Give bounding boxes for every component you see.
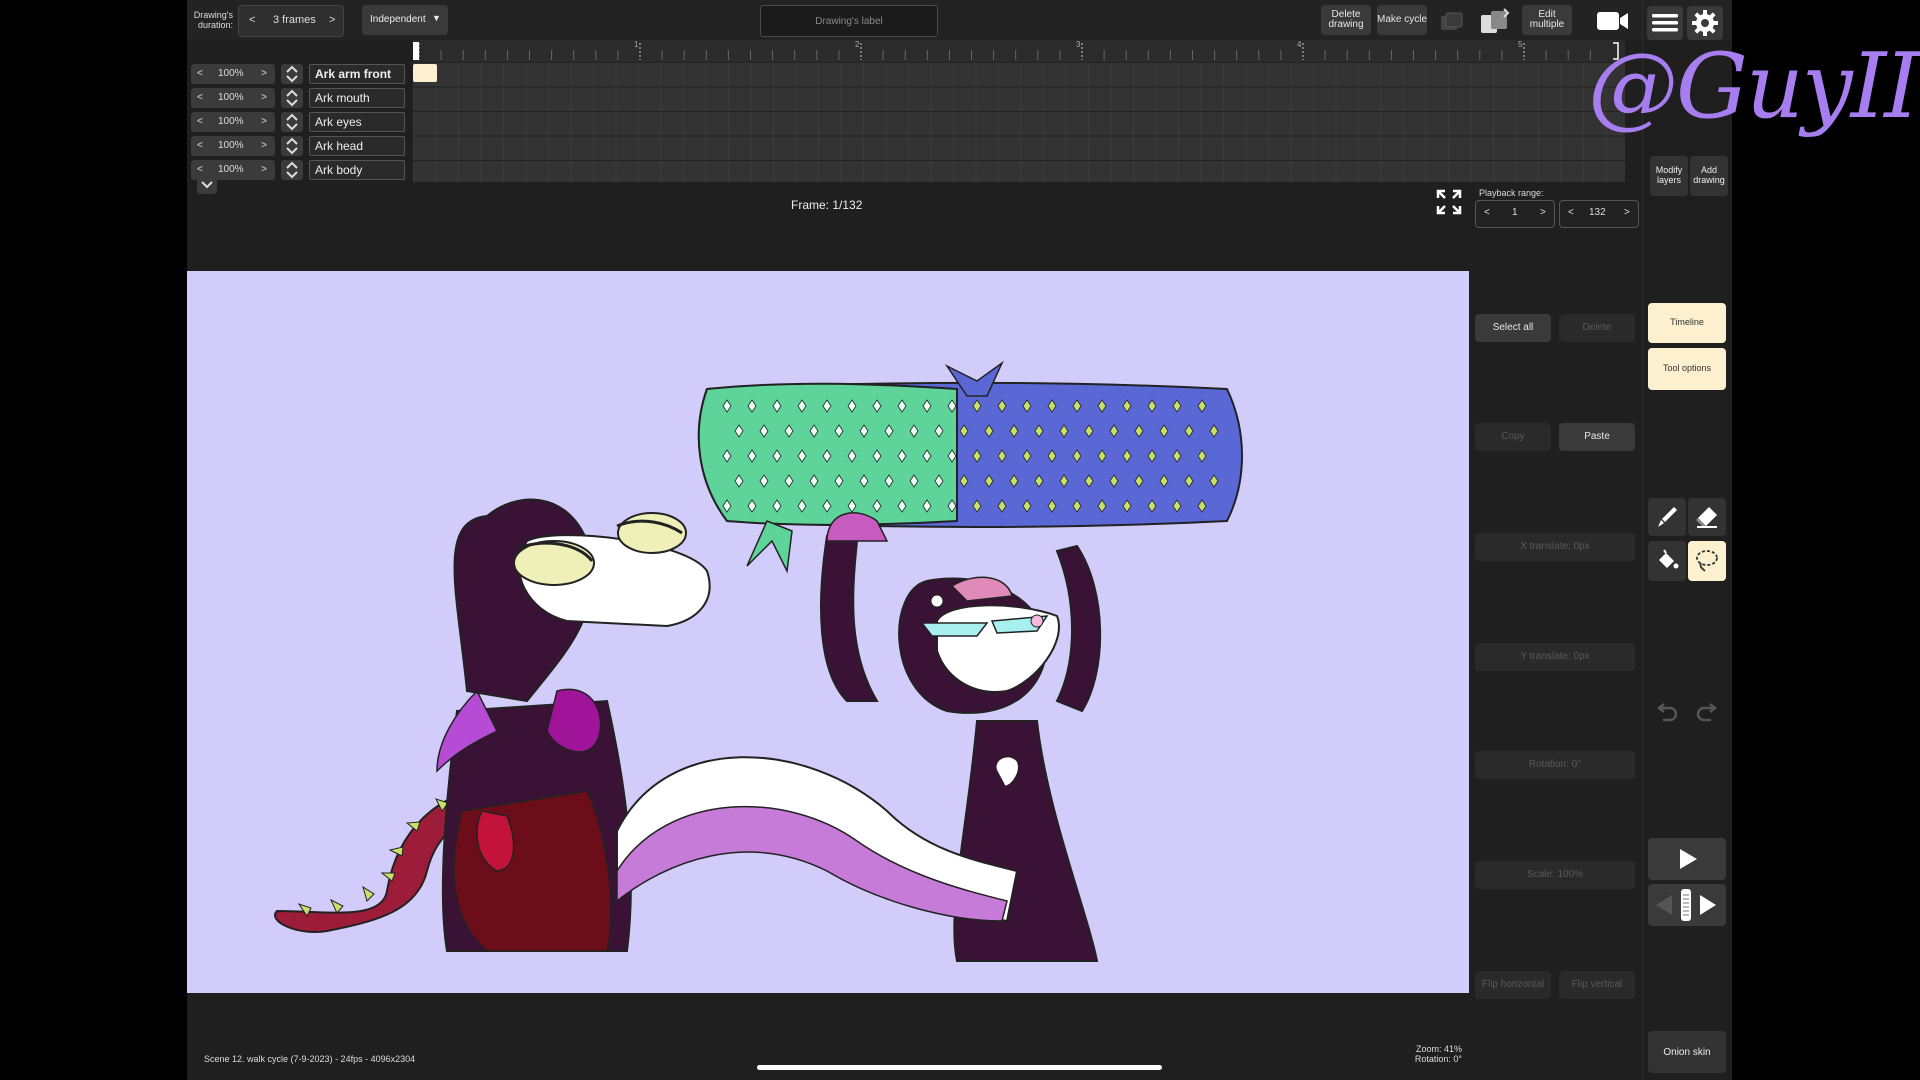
playback-start-stepper[interactable]: < 1 >	[1475, 200, 1555, 228]
tool-options-button[interactable]: Tool options	[1648, 348, 1726, 390]
rotation-readout: Rotation: 0°	[1414, 1054, 1462, 1064]
camera-icon[interactable]	[1593, 8, 1633, 34]
opacity-prev-button[interactable]: <	[197, 140, 203, 151]
top-toolbar: Drawing's duration: < 3 frames > Indepen…	[187, 0, 1732, 40]
watermark: @GuyII5	[1588, 42, 1920, 132]
delete-drawing-button[interactable]: Delete drawing	[1321, 5, 1371, 35]
redo-icon[interactable]	[1688, 697, 1726, 727]
reorder-layer-icon[interactable]	[281, 88, 303, 108]
opacity-next-button[interactable]: >	[261, 68, 267, 79]
opacity-prev-button[interactable]: <	[197, 92, 203, 103]
reorder-layer-icon[interactable]	[281, 112, 303, 132]
playback-start-value: 1	[1512, 207, 1518, 218]
layer-opacity-value: 100%	[218, 68, 244, 79]
opacity-next-button[interactable]: >	[261, 116, 267, 127]
layer-opacity-stepper[interactable]: < 100% >	[191, 88, 275, 108]
opacity-next-button[interactable]: >	[261, 92, 267, 103]
playback-end-value: 132	[1589, 207, 1606, 218]
brush-icon[interactable]	[1648, 498, 1686, 536]
x-translate-stepper[interactable]: X translate: 0px	[1475, 533, 1635, 561]
make-cycle-button[interactable]: Make cycle	[1377, 5, 1427, 35]
drawing-canvas[interactable]	[187, 271, 1469, 993]
layer-name[interactable]: Ark eyes	[309, 112, 405, 132]
layer-opacity-value: 100%	[218, 116, 244, 127]
add-drawing-button[interactable]: Add drawing	[1690, 156, 1728, 196]
play-icon[interactable]	[1648, 838, 1726, 880]
home-indicator	[757, 1065, 1162, 1070]
opacity-next-button[interactable]: >	[261, 164, 267, 175]
layer-opacity-value: 100%	[218, 164, 244, 175]
duration-prev-button[interactable]: <	[249, 14, 255, 26]
scale-stepper[interactable]: Scale: 100%	[1475, 861, 1635, 889]
duration-label: Drawing's duration:	[193, 10, 233, 30]
undo-icon[interactable]	[1648, 697, 1686, 727]
selected-frame-cell[interactable]	[413, 64, 437, 82]
onion-skin-button[interactable]: Onion skin	[1648, 1031, 1726, 1073]
reorder-layer-icon[interactable]	[281, 136, 303, 156]
layer-opacity-value: 100%	[218, 92, 244, 103]
watermark-text: @GuyII5	[1588, 34, 1920, 139]
timeline-button[interactable]: Timeline	[1648, 303, 1726, 343]
playback-range-label: Playback range:	[1479, 188, 1544, 198]
layer-name[interactable]: Ark body	[309, 160, 405, 180]
duration-next-button[interactable]: >	[329, 14, 335, 26]
duration-value: 3 frames	[273, 14, 316, 26]
select-all-button[interactable]: Select all	[1475, 314, 1551, 342]
playback-start-prev[interactable]: <	[1484, 207, 1490, 218]
frame-step-controls[interactable]	[1648, 884, 1726, 926]
layer-opacity-stepper[interactable]: < 100% >	[191, 64, 275, 84]
clone-drawing-icon[interactable]	[1477, 6, 1513, 36]
artwork	[274, 360, 1243, 962]
expand-layers-icon[interactable]	[197, 176, 217, 194]
playback-end-next[interactable]: >	[1624, 207, 1630, 218]
ruler-tick-4: 4	[1297, 40, 1302, 49]
playback-end-prev[interactable]: <	[1568, 207, 1574, 218]
layer-name[interactable]: Ark mouth	[309, 88, 405, 108]
reorder-layer-icon[interactable]	[281, 160, 303, 180]
lasso-icon[interactable]	[1688, 541, 1726, 581]
copy-button[interactable]: Copy	[1475, 423, 1551, 451]
rotation-stepper[interactable]: Rotation: 0°	[1475, 751, 1635, 779]
playback-start-next[interactable]: >	[1540, 207, 1546, 218]
drawing-label-field[interactable]: Drawing's label	[760, 5, 938, 37]
layer-opacity-stepper[interactable]: < 100% >	[191, 112, 275, 132]
layer-name[interactable]: Ark head	[309, 136, 405, 156]
duplicate-drawing-icon[interactable]	[1437, 8, 1467, 34]
layer-opacity-stepper[interactable]: < 100% >	[191, 136, 275, 156]
scene-info: Scene 12. walk cycle (7-9-2023) - 24fps …	[204, 1054, 416, 1064]
ruler-tick-5: 5	[1518, 40, 1523, 49]
panel-divider	[1642, 0, 1643, 1080]
y-translate-stepper[interactable]: Y translate: 0px	[1475, 643, 1635, 671]
eraser-icon[interactable]	[1688, 498, 1726, 536]
zoom-readout: Zoom: 41%	[1415, 1044, 1462, 1054]
timeline-grid[interactable]	[413, 62, 1625, 182]
delete-selection-button[interactable]: Delete	[1559, 314, 1635, 342]
fullscreen-icon[interactable]	[1434, 187, 1464, 217]
mode-value: Independent	[370, 14, 426, 25]
layer-opacity-value: 100%	[218, 140, 244, 151]
fill-bucket-icon[interactable]	[1648, 541, 1686, 581]
mode-dropdown[interactable]: Independent ▼	[362, 5, 448, 35]
opacity-prev-button[interactable]: <	[197, 164, 203, 175]
opacity-prev-button[interactable]: <	[197, 68, 203, 79]
ruler-tick-1: 1	[634, 40, 639, 49]
ruler-tick-2: 2	[855, 40, 860, 49]
opacity-next-button[interactable]: >	[261, 140, 267, 151]
edit-multiple-button[interactable]: Edit multiple	[1522, 5, 1572, 35]
ruler-tick-3: 3	[1076, 40, 1081, 49]
modify-layers-button[interactable]: Modify layers	[1650, 156, 1688, 196]
playback-end-stepper[interactable]: < 132 >	[1559, 200, 1639, 228]
reorder-layer-icon[interactable]	[281, 64, 303, 84]
paste-button[interactable]: Paste	[1559, 423, 1635, 451]
layer-name[interactable]: Ark arm front	[309, 64, 405, 84]
animation-app: Drawing's duration: < 3 frames > Indepen…	[187, 0, 1732, 1080]
frame-indicator: Frame: 1/132	[791, 198, 863, 212]
flip-horizontal-button[interactable]: Flip horizontal	[1475, 971, 1551, 999]
opacity-prev-button[interactable]: <	[197, 116, 203, 127]
duration-stepper[interactable]: < 3 frames >	[238, 5, 344, 37]
chevron-down-icon: ▼	[432, 13, 441, 23]
flip-vertical-button[interactable]: Flip vertical	[1559, 971, 1635, 999]
frame-ruler[interactable]: 1 2 3 4 5	[413, 40, 1625, 62]
